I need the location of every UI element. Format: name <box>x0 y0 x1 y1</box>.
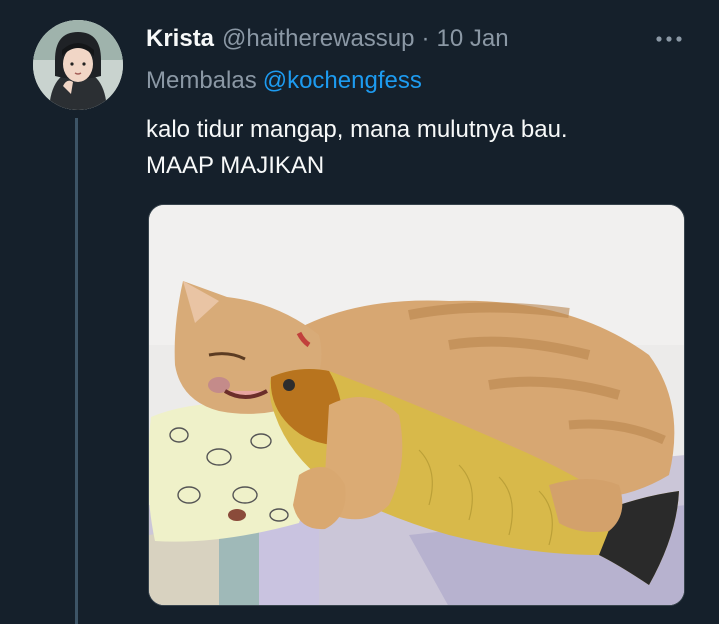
tweet: Krista @haitherewassup · 10 Jan Membalas… <box>0 0 719 624</box>
tweet-header: Krista @haitherewassup · 10 Jan <box>146 24 509 54</box>
cat-photo-image <box>149 205 684 605</box>
separator-dot: · <box>421 25 430 52</box>
author-name[interactable]: Krista <box>146 24 214 54</box>
tweet-text-line: MAAP MAJIKAN <box>146 152 325 179</box>
tweet-photo[interactable] <box>148 204 685 606</box>
tweet-text: kalo tidur mangap, mana mulutnya bau. MA… <box>146 112 568 184</box>
more-horizontal-icon <box>656 36 682 42</box>
more-options-button[interactable] <box>650 26 690 52</box>
replying-to: Membalas @kochengfess <box>146 66 422 96</box>
author-handle[interactable]: @haitherewassup <box>222 24 414 54</box>
thread-connector-line <box>75 118 78 624</box>
author-avatar[interactable] <box>33 20 123 110</box>
user-avatar-icon <box>33 20 123 110</box>
tweet-date[interactable]: 10 Jan <box>437 24 509 54</box>
tweet-text-line: kalo tidur mangap, mana mulutnya bau. <box>146 116 568 143</box>
replying-label: Membalas <box>146 67 257 94</box>
mention-link[interactable]: @kochengfess <box>263 67 422 94</box>
